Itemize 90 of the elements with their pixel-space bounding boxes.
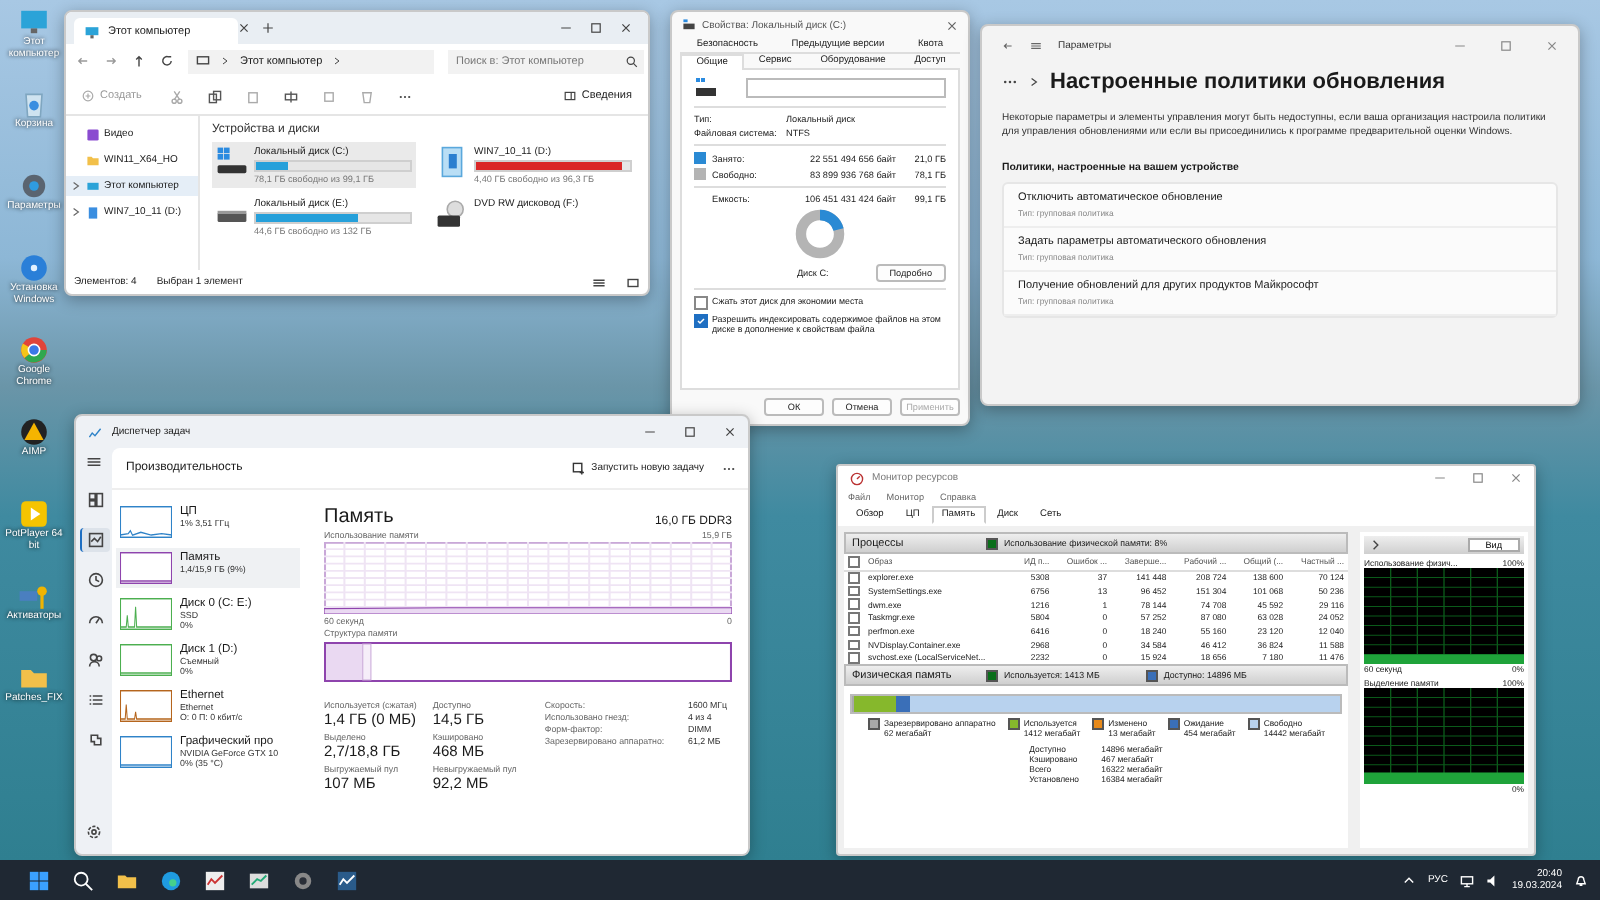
- plus-icon: [82, 90, 94, 102]
- plus-icon[interactable]: [262, 22, 275, 34]
- maximize-icon[interactable]: [1472, 472, 1484, 484]
- video-icon: [86, 127, 100, 141]
- chart-icon[interactable]: [204, 869, 226, 891]
- browser-icon[interactable]: [160, 869, 182, 891]
- folder-icon: [86, 153, 100, 167]
- key-icon: [18, 580, 50, 612]
- disc-icon: [18, 252, 50, 284]
- list-view-icon[interactable]: [592, 275, 606, 289]
- sparkline-graph: [120, 644, 172, 676]
- grid-icon: [87, 492, 103, 508]
- legend-swatch: [986, 669, 998, 682]
- copy-icon[interactable]: [207, 89, 222, 103]
- sparkline-graph: [120, 506, 172, 538]
- up-arrow-icon[interactable]: [132, 54, 146, 68]
- checkbox[interactable]: [848, 612, 859, 624]
- close-icon[interactable]: [724, 426, 736, 438]
- chart-icon: [88, 425, 102, 439]
- back-arrow-icon[interactable]: [1002, 40, 1014, 52]
- window-plus-icon: [571, 461, 586, 475]
- settings-icon[interactable]: [86, 824, 102, 840]
- drive-icon: [436, 198, 468, 230]
- tiles-view-icon[interactable]: [626, 275, 640, 289]
- search-icon[interactable]: [72, 869, 94, 891]
- back-arrow-icon[interactable]: [76, 54, 90, 68]
- close-icon[interactable]: [946, 19, 958, 31]
- name-field[interactable]: [746, 78, 946, 98]
- menu-icon[interactable]: [86, 454, 102, 470]
- monitor-icon: [86, 179, 100, 193]
- drive-icon: [436, 146, 468, 178]
- monitor-icon: [84, 23, 100, 39]
- checkbox[interactable]: [848, 598, 859, 610]
- maximize-icon[interactable]: [684, 426, 696, 438]
- users-icon: [87, 652, 103, 668]
- chevron-icon: [220, 56, 230, 66]
- forward-arrow-icon[interactable]: [104, 54, 118, 68]
- checkbox[interactable]: [694, 296, 708, 310]
- clipboard-icon[interactable]: [245, 89, 260, 103]
- chevron-icon: [1028, 76, 1040, 88]
- legend-swatch: [1145, 669, 1158, 682]
- nav-button[interactable]: [79, 528, 109, 552]
- bell-icon[interactable]: [1574, 873, 1588, 887]
- drive-icon: [86, 205, 100, 219]
- chart-icon: [87, 532, 103, 548]
- start-icon[interactable]: [28, 869, 50, 891]
- sparkline-graph: [120, 552, 172, 584]
- rename-icon[interactable]: [283, 89, 298, 103]
- monitor-icon: [18, 6, 50, 38]
- chevron-icon: [70, 180, 82, 192]
- monitor-icon[interactable]: [248, 869, 270, 891]
- sparkline-graph: [120, 690, 172, 722]
- maximize-icon[interactable]: [590, 22, 602, 34]
- checkbox[interactable]: [848, 652, 859, 664]
- drive-icon: [694, 76, 718, 100]
- drive-icon: [216, 146, 248, 178]
- checkbox[interactable]: [848, 585, 859, 597]
- play-icon: [18, 498, 50, 530]
- checkbox[interactable]: [848, 556, 859, 567]
- panel-icon: [563, 90, 576, 102]
- chevron-up-icon[interactable]: [1401, 873, 1416, 887]
- gauge-icon: [87, 612, 103, 628]
- menu-icon[interactable]: [1030, 40, 1042, 52]
- list-icon: [87, 692, 103, 708]
- checkbox[interactable]: [848, 639, 859, 651]
- chevron-icon: [70, 206, 82, 218]
- drive-icon: [682, 18, 696, 32]
- checkbox[interactable]: [694, 314, 708, 328]
- close-icon[interactable]: [238, 22, 251, 34]
- speaker-icon[interactable]: [1485, 873, 1500, 887]
- donut-chart: [794, 208, 846, 260]
- settings-icon: [18, 170, 50, 202]
- browser-icon: [18, 334, 50, 366]
- gauge-icon: [850, 471, 864, 485]
- puzzle-icon: [87, 732, 103, 748]
- refresh-icon[interactable]: [160, 54, 174, 68]
- chevron-icon: [332, 56, 343, 66]
- page-heading: Настроенные политики обновления: [1050, 70, 1446, 94]
- checkbox[interactable]: [848, 572, 859, 584]
- resource-title: Память: [324, 506, 394, 528]
- monitor-icon: [196, 54, 210, 68]
- sparkline-graph: [120, 598, 172, 630]
- checkbox[interactable]: [848, 625, 859, 637]
- legend-swatch: [986, 537, 998, 549]
- settings-icon[interactable]: [292, 869, 314, 891]
- network-icon[interactable]: [1459, 873, 1474, 887]
- close-icon[interactable]: [620, 22, 632, 34]
- clock-icon: [87, 572, 103, 588]
- sparkline-graph: [120, 736, 172, 768]
- chart-icon[interactable]: [336, 869, 358, 891]
